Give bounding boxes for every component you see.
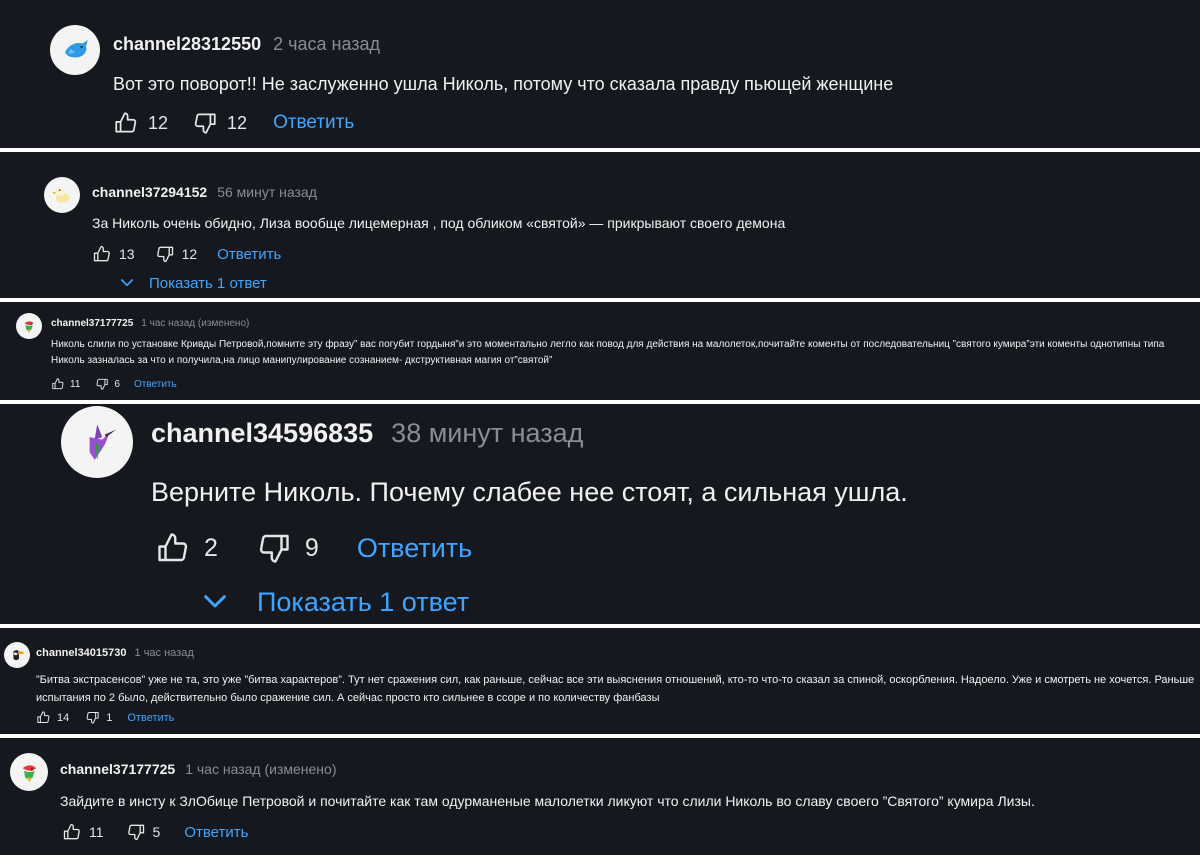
duck-icon (49, 182, 74, 207)
comment-panel-2: channel37294152 56 минут назад За Николь… (0, 152, 1200, 298)
comment-author[interactable]: channel34596835 (151, 418, 373, 449)
comment-time[interactable]: 38 минут назад (391, 418, 583, 449)
comment-time[interactable]: 56 минут назад (217, 184, 317, 200)
dislike-count: 5 (152, 824, 161, 840)
thumbs-up-icon (155, 530, 191, 566)
like-count: 14 (57, 711, 70, 724)
thumbs-up-icon (92, 244, 112, 264)
comment-panel-6: channel37177725 1 час назад (изменено) З… (0, 738, 1200, 855)
dislike-button[interactable]: 6 (95, 377, 120, 391)
like-button[interactable]: 11 (62, 822, 104, 842)
thumbs-up-icon (36, 710, 51, 725)
comment-text: Николь слили по установке Кривды Петрово… (51, 339, 1165, 366)
avatar[interactable] (10, 753, 48, 791)
thumbs-down-icon (95, 377, 109, 391)
reply-button[interactable]: Ответить (134, 379, 177, 390)
show-replies-label: Показать 1 ответ (257, 586, 470, 617)
comment-text: За Николь очень обидно, Лиза вообще лице… (92, 215, 786, 231)
like-count: 13 (119, 246, 135, 262)
comment-panel-5: channel34015730 1 час назад ”Битва экстр… (0, 628, 1200, 734)
reply-button[interactable]: Ответить (217, 246, 281, 263)
dislike-button[interactable]: 12 (155, 244, 198, 264)
blue-bird-icon (58, 33, 93, 68)
thumbs-down-icon (155, 244, 175, 264)
chevron-down-icon (118, 274, 136, 292)
comment-text: Верните Николь. Почему слабее нее стоят,… (151, 477, 908, 507)
avatar[interactable] (61, 406, 133, 478)
reply-button[interactable]: Ответить (273, 112, 354, 134)
show-replies-button[interactable]: Показать 1 ответ (199, 586, 469, 618)
dislike-count: 1 (106, 711, 113, 724)
chevron-down-icon (199, 586, 231, 618)
like-button[interactable]: 14 (36, 710, 69, 725)
reply-button[interactable]: Ответить (184, 824, 248, 841)
show-replies-button[interactable]: Показать 1 ответ (118, 274, 267, 292)
avatar[interactable] (44, 177, 80, 213)
parrot-icon (20, 317, 38, 335)
like-button[interactable]: 13 (92, 244, 135, 264)
dislike-button[interactable]: 1 (85, 710, 112, 725)
thumbs-down-icon (256, 530, 292, 566)
comment-author[interactable]: channel34015730 (36, 647, 127, 659)
comment-time[interactable]: 1 час назад (135, 647, 194, 659)
dislike-button[interactable]: 5 (126, 822, 161, 842)
thumbs-down-icon (85, 710, 100, 725)
like-button[interactable]: 2 (155, 530, 218, 566)
thumbs-up-icon (113, 110, 139, 136)
comment-text: Зайдите в инсту к ЗлОбице Петровой и поч… (60, 793, 1035, 809)
comment-time[interactable]: 1 час назад (изменено) (185, 761, 336, 777)
dislike-count: 12 (181, 246, 198, 262)
comment-author[interactable]: channel28312550 (113, 34, 261, 55)
dislike-count: 12 (227, 112, 248, 133)
avatar[interactable] (16, 313, 42, 339)
thumbs-down-icon (192, 110, 218, 136)
thumbs-up-icon (62, 822, 82, 842)
dislike-button[interactable]: 9 (256, 530, 319, 566)
like-count: 11 (89, 824, 104, 840)
toucan-icon (8, 646, 26, 664)
comment-panel-1: channel28312550 2 часа назад Вот это пов… (0, 0, 1200, 148)
like-count: 2 (204, 533, 218, 562)
hummingbird-icon (72, 417, 122, 467)
comment-author[interactable]: channel37177725 (60, 761, 175, 777)
comment-time[interactable]: 2 часа назад (273, 34, 380, 55)
like-count: 11 (70, 378, 81, 390)
comment-text: Вот это поворот!! Не заслуженно ушла Ник… (113, 74, 894, 94)
like-button[interactable]: 11 (51, 377, 80, 391)
like-button[interactable]: 12 (113, 110, 168, 136)
avatar[interactable] (50, 25, 100, 75)
dislike-count: 9 (304, 533, 319, 562)
show-replies-label: Показать 1 ответ (149, 274, 267, 292)
comment-author[interactable]: channel37177725 (51, 318, 133, 329)
dislike-button[interactable]: 12 (192, 110, 247, 136)
comment-time[interactable]: 1 час назад (изменено) (141, 318, 249, 329)
thumbs-down-icon (126, 822, 146, 842)
like-count: 12 (148, 112, 169, 133)
comment-panel-3: channel37177725 1 час назад (изменено) Н… (0, 302, 1200, 400)
reply-button[interactable]: Ответить (357, 533, 472, 564)
comment-text: ”Битва экстрасенсов” уже не та, это уже … (36, 674, 1195, 704)
reply-button[interactable]: Ответить (127, 712, 174, 724)
avatar[interactable] (4, 642, 30, 668)
parrot-icon (16, 759, 43, 786)
comment-panel-4: channel34596835 38 минут назад Верните Н… (0, 404, 1200, 624)
dislike-count: 6 (114, 378, 120, 390)
thumbs-up-icon (51, 377, 65, 391)
comment-author[interactable]: channel37294152 (92, 184, 207, 200)
